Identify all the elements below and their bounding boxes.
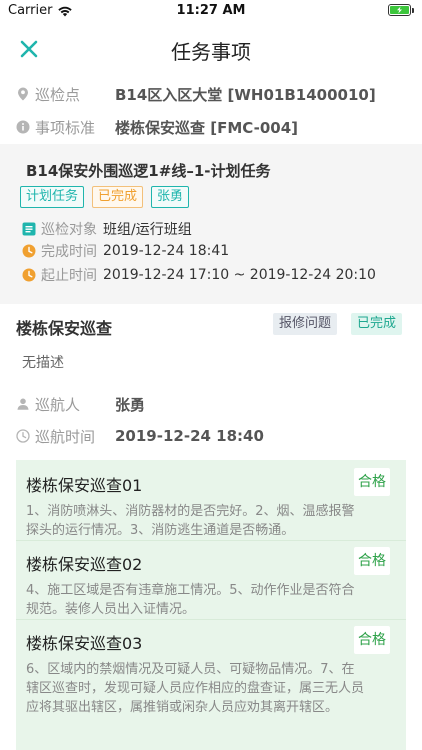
tag-status: 已完成 <box>92 186 144 208</box>
standard-row: 事项标准 楼栋保安巡查 [FMC-004] <box>16 115 298 139</box>
status-badge: 已完成 <box>351 313 403 335</box>
clock-icon <box>22 244 36 258</box>
battery-icon <box>388 4 414 16</box>
patrol-time-label: 巡航时间 <box>35 427 96 446</box>
tag-plan-task: 计划任务 <box>20 186 85 208</box>
person-icon <box>16 397 30 411</box>
repair-issue-button[interactable]: 报修问题 <box>273 313 338 335</box>
patrol-time-value: 2019-12-24 18:40 <box>115 427 264 445</box>
pass-badge: 合格 <box>354 547 390 575</box>
pass-badge: 合格 <box>354 468 390 496</box>
patroller-value: 张勇 <box>115 395 146 414</box>
tag-assignee: 张勇 <box>151 186 190 208</box>
task-tags: 计划任务 已完成 张勇 <box>20 186 197 208</box>
task-object-row: 巡检对象 班组/运行班组 <box>22 219 192 239</box>
list-icon <box>22 222 36 236</box>
task-range-row: 起止时间 2019-12-24 17:10 ~ 2019-12-24 20:10 <box>22 265 376 285</box>
standard-label: 事项标准 <box>35 118 96 137</box>
task-done-row: 完成时间 2019-12-24 18:41 <box>22 241 229 261</box>
checklist-item-title: 楼栋保安巡查01 <box>26 476 143 495</box>
description-text: 无描述 <box>22 355 64 371</box>
checklist-item-desc: 6、区域内的禁烟情况及可疑人员、可疑物品情况。7、在辖区巡查时，发现可疑人员应作… <box>26 662 365 715</box>
standard-value: 楼栋保安巡查 [FMC-004] <box>115 118 298 137</box>
checklist: 楼栋保安巡查01 合格 1、消防喷淋头、消防器材的是否完好。2、烟、温感报警探头… <box>16 460 406 750</box>
inspection-title: 楼栋保安巡查 <box>16 319 113 338</box>
status-bar: Carrier 11:27 AM <box>0 0 422 22</box>
nav-bar: 任务事项 <box>0 22 422 76</box>
patroller-row: 巡航人 张勇 <box>16 392 145 416</box>
divider <box>16 540 406 541</box>
clock-outline-icon <box>16 429 30 443</box>
pass-badge: 合格 <box>354 626 390 654</box>
done-value: 2019-12-24 18:41 <box>103 243 230 259</box>
location-label: 巡检点 <box>35 85 81 104</box>
patrol-time-row: 巡航时间 2019-12-24 18:40 <box>16 424 264 448</box>
location-pin-icon <box>16 87 30 101</box>
checklist-item-desc: 4、施工区域是否有违章施工情况。5、动作作业是否符合规范。装修人员出入证情况。 <box>26 583 355 617</box>
object-value: 班组/运行班组 <box>103 222 192 238</box>
location-value: B14区入区大堂 [WH01B1400010] <box>115 85 376 104</box>
range-label: 起止时间 <box>41 268 97 284</box>
checklist-item-title: 楼栋保安巡查03 <box>26 634 143 653</box>
done-label: 完成时间 <box>41 244 97 260</box>
range-value: 2019-12-24 17:10 ~ 2019-12-24 20:10 <box>103 267 376 283</box>
page-title: 任务事项 <box>171 40 251 64</box>
divider <box>16 619 406 620</box>
task-title: B14保安外围巡逻1#线–1-计划任务 <box>26 162 271 180</box>
info-icon <box>16 120 30 134</box>
patroller-label: 巡航人 <box>35 395 81 414</box>
task-card: B14保安外围巡逻1#线–1-计划任务 计划任务 已完成 张勇 巡检对象 班组/… <box>0 144 422 304</box>
object-label: 巡检对象 <box>41 222 97 238</box>
location-row: 巡检点 B14区入区大堂 [WH01B1400010] <box>16 82 376 106</box>
checklist-item-title: 楼栋保安巡查02 <box>26 555 143 574</box>
checklist-item-desc: 1、消防喷淋头、消防器材的是否完好。2、烟、温感报警探头的运行情况。3、消防逃生… <box>26 504 355 538</box>
clock: 11:27 AM <box>176 3 246 18</box>
clock-icon <box>22 268 36 282</box>
